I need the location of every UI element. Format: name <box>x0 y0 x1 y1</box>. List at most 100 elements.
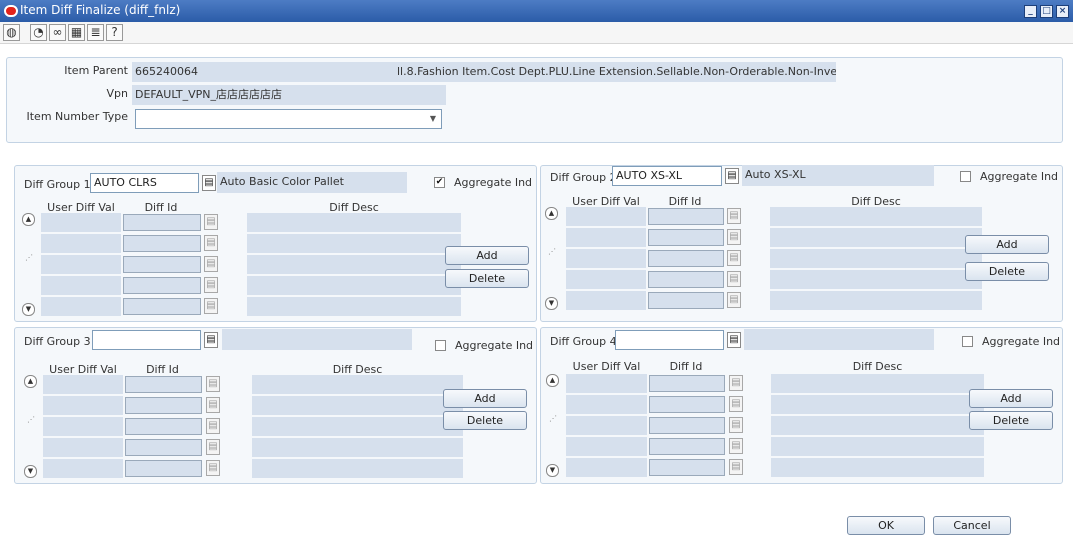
scroll-down-button[interactable]: ▼ <box>24 465 37 478</box>
notes-icon[interactable]: ≣ <box>87 24 104 41</box>
diff-id-lov-icon[interactable]: ▤ <box>204 235 218 251</box>
user-diff-val-cell[interactable] <box>566 458 647 477</box>
question-icon[interactable]: ? <box>106 24 123 41</box>
calendar-icon[interactable]: ▦ <box>68 24 85 41</box>
diff-id-lov-icon[interactable]: ▤ <box>727 229 741 245</box>
diff-group-2-lov-icon[interactable]: ▤ <box>725 168 739 184</box>
diff-id-cell[interactable] <box>123 256 201 273</box>
diff-group-4-lov-icon[interactable]: ▤ <box>727 332 741 348</box>
user-diff-val-cell[interactable] <box>41 297 121 316</box>
diff-group-1-input[interactable]: AUTO CLRS <box>90 173 199 193</box>
user-diff-val-cell[interactable] <box>566 249 646 268</box>
diff-id-cell[interactable] <box>648 250 724 267</box>
add-button[interactable]: Add <box>443 389 527 408</box>
diff-id-cell[interactable] <box>649 459 725 476</box>
diff-id-lov-icon[interactable]: ▤ <box>206 418 220 434</box>
scroll-down-button[interactable]: ▼ <box>545 297 558 310</box>
diff-group-3-lov-icon[interactable]: ▤ <box>204 332 218 348</box>
diff-id-cell[interactable] <box>125 439 202 456</box>
diff-id-lov-icon[interactable]: ▤ <box>727 250 741 266</box>
user-diff-val-cell[interactable] <box>43 417 123 436</box>
chevron-down-icon[interactable]: ▼ <box>425 110 441 128</box>
globe-icon[interactable]: ◍ <box>3 24 20 41</box>
minimize-button[interactable]: _ <box>1024 5 1037 18</box>
binoculars-icon[interactable]: ∞ <box>49 24 66 41</box>
maximize-button[interactable]: □ <box>1040 5 1053 18</box>
scroll-up-button[interactable]: ▲ <box>24 375 37 388</box>
aggregate-ind-1-checkbox[interactable]: ✔ <box>434 177 445 188</box>
diff-id-cell[interactable] <box>648 208 724 225</box>
diff-id-cell[interactable] <box>649 417 725 434</box>
diff-id-cell[interactable] <box>648 271 724 288</box>
user-diff-val-cell[interactable] <box>41 276 121 295</box>
user-diff-val-cell[interactable] <box>566 437 647 456</box>
diff-id-lov-icon[interactable]: ▤ <box>727 292 741 308</box>
diff-id-lov-icon[interactable]: ▤ <box>204 277 218 293</box>
cancel-button[interactable]: Cancel <box>933 516 1011 535</box>
scroll-grip-icon[interactable]: ⋰ <box>549 415 557 423</box>
diff-id-lov-icon[interactable]: ▤ <box>206 460 220 476</box>
user-diff-val-cell[interactable] <box>41 213 121 232</box>
scroll-down-button[interactable]: ▼ <box>22 303 35 316</box>
user-diff-val-cell[interactable] <box>566 291 646 310</box>
user-diff-val-cell[interactable] <box>566 395 647 414</box>
user-diff-val-cell[interactable] <box>43 438 123 457</box>
user-diff-val-cell[interactable] <box>566 374 647 393</box>
diff-id-lov-icon[interactable]: ▤ <box>727 208 741 224</box>
add-button[interactable]: Add <box>965 235 1049 254</box>
scroll-grip-icon[interactable]: ⋰ <box>548 248 556 256</box>
scroll-grip-icon[interactable]: ⋰ <box>27 416 35 424</box>
diff-group-1-lov-icon[interactable]: ▤ <box>202 175 216 191</box>
user-diff-val-cell[interactable] <box>41 234 121 253</box>
diff-group-2-input[interactable]: AUTO XS-XL <box>612 166 722 186</box>
diff-id-cell[interactable] <box>648 229 724 246</box>
diff-id-cell[interactable] <box>649 438 725 455</box>
scroll-up-button[interactable]: ▲ <box>22 213 35 226</box>
scroll-down-button[interactable]: ▼ <box>546 464 559 477</box>
scroll-up-button[interactable]: ▲ <box>546 374 559 387</box>
scroll-up-button[interactable]: ▲ <box>545 207 558 220</box>
diff-id-cell[interactable] <box>649 375 725 392</box>
user-diff-val-cell[interactable] <box>566 416 647 435</box>
delete-button[interactable]: Delete <box>969 411 1053 430</box>
diff-id-cell[interactable] <box>649 396 725 413</box>
close-button[interactable]: × <box>1056 5 1069 18</box>
diff-id-cell[interactable] <box>125 460 202 477</box>
diff-id-cell[interactable] <box>125 376 202 393</box>
ok-button[interactable]: OK <box>847 516 925 535</box>
add-button[interactable]: Add <box>969 389 1053 408</box>
item-number-type-select[interactable]: ▼ <box>135 109 442 129</box>
scroll-grip-icon[interactable]: ⋰ <box>25 254 33 262</box>
diff-id-cell[interactable] <box>123 214 201 231</box>
delete-button[interactable]: Delete <box>445 269 529 288</box>
user-diff-val-cell[interactable] <box>43 459 123 478</box>
diff-id-lov-icon[interactable]: ▤ <box>729 438 743 454</box>
diff-id-cell[interactable] <box>125 418 202 435</box>
diff-id-lov-icon[interactable]: ▤ <box>729 417 743 433</box>
user-diff-val-cell[interactable] <box>43 375 123 394</box>
diff-id-lov-icon[interactable]: ▤ <box>727 271 741 287</box>
diff-id-lov-icon[interactable]: ▤ <box>206 439 220 455</box>
delete-button[interactable]: Delete <box>443 411 527 430</box>
user-diff-val-cell[interactable] <box>41 255 121 274</box>
diff-id-cell[interactable] <box>125 397 202 414</box>
diff-id-cell[interactable] <box>123 298 201 315</box>
diff-id-lov-icon[interactable]: ▤ <box>206 376 220 392</box>
diff-id-lov-icon[interactable]: ▤ <box>204 214 218 230</box>
diff-group-3-input[interactable] <box>92 330 201 350</box>
diff-id-cell[interactable] <box>123 277 201 294</box>
diff-id-lov-icon[interactable]: ▤ <box>729 375 743 391</box>
aggregate-ind-4-checkbox[interactable] <box>962 336 973 347</box>
diff-id-lov-icon[interactable]: ▤ <box>204 256 218 272</box>
diff-id-lov-icon[interactable]: ▤ <box>729 459 743 475</box>
diff-id-lov-icon[interactable]: ▤ <box>729 396 743 412</box>
diff-id-lov-icon[interactable]: ▤ <box>204 298 218 314</box>
diff-group-4-input[interactable] <box>615 330 724 350</box>
user-diff-val-cell[interactable] <box>566 228 646 247</box>
user-diff-val-cell[interactable] <box>43 396 123 415</box>
aggregate-ind-3-checkbox[interactable] <box>435 340 446 351</box>
diff-id-cell[interactable] <box>648 292 724 309</box>
user-diff-val-cell[interactable] <box>566 207 646 226</box>
diff-id-lov-icon[interactable]: ▤ <box>206 397 220 413</box>
help-person-icon[interactable]: ◔ <box>30 24 47 41</box>
